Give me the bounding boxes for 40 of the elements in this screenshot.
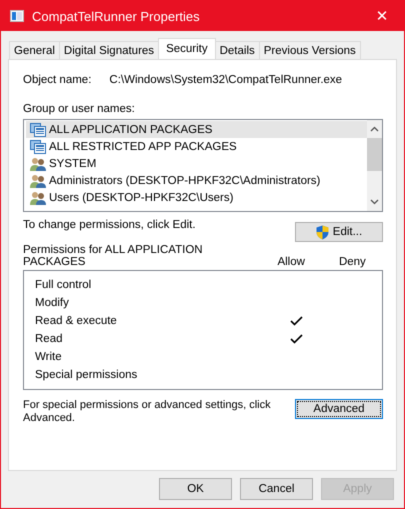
permissions-label: Permissions for ALL APPLICATION PACKAGES: [23, 244, 204, 268]
permission-name: Modify: [35, 297, 70, 309]
edit-button[interactable]: Edit...: [295, 222, 383, 242]
field-label: Object name:: [23, 74, 92, 86]
scroll-bar[interactable]: [367, 120, 382, 211]
group-item[interactable]: ALL RESTRICTED APP PACKAGES: [26, 138, 367, 155]
users-icon: [30, 190, 46, 204]
tab[interactable]: General: [9, 41, 60, 59]
tab[interactable]: Previous Versions: [258, 41, 361, 59]
window-icon: [10, 10, 24, 22]
scroll-down-icon[interactable]: [370, 199, 379, 205]
permission-name: Read & execute: [35, 315, 118, 327]
permission-name: Write: [35, 351, 63, 363]
window-title: CompatTelRunner Properties: [32, 8, 201, 24]
users-icon: [30, 156, 46, 170]
users-icon: [30, 174, 46, 188]
scroll-up-icon[interactable]: [370, 126, 379, 132]
tab[interactable]: Security: [158, 38, 216, 59]
dialog-button[interactable]: OK: [159, 478, 232, 500]
column-header: Allow: [276, 256, 306, 268]
column-header: Deny: [338, 256, 367, 268]
group-item[interactable]: Users (DESKTOP-HPKF32C\Users): [26, 189, 367, 206]
close-button[interactable]: ✕: [360, 1, 404, 31]
dialog-button[interactable]: Cancel: [240, 478, 313, 500]
tab[interactable]: Digital Signatures: [58, 41, 160, 59]
package-icon: [30, 140, 46, 154]
group-item[interactable]: SYSTEM: [26, 155, 367, 172]
hint-text: For special permissions or advanced settings, click Advanced.: [23, 399, 272, 425]
hint-text: To change permissions, click Edit.: [23, 219, 196, 231]
group-item[interactable]: ALL APPLICATION PACKAGES: [26, 121, 367, 138]
list-label: Group or user names:: [23, 103, 136, 115]
group-item[interactable]: Administrators (DESKTOP-HPKF32C\Administrators): [26, 172, 367, 189]
scroll-thumb[interactable]: [367, 138, 382, 171]
permission-name: Full control: [35, 279, 92, 291]
object-path: C:\Windows\System32\CompatTelRunner.exe: [109, 74, 342, 86]
permission-name: Special permissions: [35, 369, 138, 381]
advanced-button[interactable]: Advanced: [295, 399, 383, 419]
package-icon: [30, 122, 46, 136]
shield-icon: [316, 224, 329, 240]
permission-name: Read: [35, 333, 64, 345]
